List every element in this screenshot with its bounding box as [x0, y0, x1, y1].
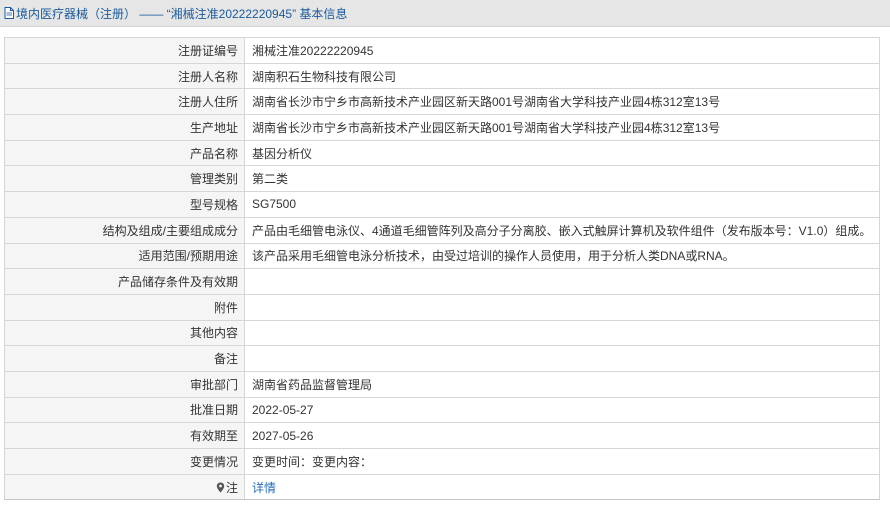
table-row: 适用范围/预期用途 该产品采用毛细管电泳分析技术，由受过培训的操作人员使用，用于分…: [4, 242, 880, 270]
document-icon: [4, 7, 14, 19]
page-title: 境内医疗器械（注册） —— “湘械注准20222220945” 基本信息: [16, 6, 348, 21]
row-value: 产品由毛细管电泳仪、4通道毛细管阵列及高分子分离胶、嵌入式触屏计算机及软件组件（…: [244, 216, 880, 244]
row-label: 批准日期: [4, 396, 245, 424]
row-value: 湖南积石生物科技有限公司: [244, 62, 880, 90]
page-header: 境内医疗器械（注册） —— “湘械注准20222220945” 基本信息: [0, 0, 890, 27]
row-value: 变更时间：变更内容：: [244, 448, 880, 475]
row-label: 生产地址: [4, 114, 245, 141]
row-label: 其他内容: [4, 319, 245, 347]
table-row: 型号规格 SG7500: [4, 191, 880, 218]
table-row: 注册人名称 湖南积石生物科技有限公司: [4, 62, 880, 90]
row-label: 附件: [4, 293, 245, 321]
row-value: 第二类: [244, 165, 880, 193]
table-row: 结构及组成/主要组成成分 产品由毛细管电泳仪、4通道毛细管阵列及高分子分离胶、嵌入…: [4, 216, 880, 244]
row-value: [244, 319, 880, 347]
info-table-body: 注册证编号 湘械注准20222220945 注册人名称 湖南积石生物科技有限公司 注册人…: [4, 37, 880, 501]
row-label: 产品名称: [4, 139, 245, 167]
row-value: [244, 268, 880, 295]
table-row: 附件: [4, 293, 880, 321]
pin-icon: [216, 482, 225, 493]
row-value: 基因分析仪: [244, 139, 880, 167]
table-row: 有效期至 2027-05-26: [4, 422, 880, 449]
table-row: 审批部门 湖南省药品监督管理局: [4, 370, 880, 398]
table-row: 产品储存条件及有效期: [4, 268, 880, 295]
row-label: 注册人住所: [4, 88, 245, 116]
table-row: 管理类别 第二类: [4, 165, 880, 193]
row-value-note: 详情: [244, 473, 880, 501]
table-row: 产品名称 基因分析仪: [4, 139, 880, 167]
row-label: 结构及组成/主要组成成分: [4, 216, 245, 244]
table-row: 其他内容: [4, 319, 880, 347]
table-row: 变更情况 变更时间：变更内容：: [4, 448, 880, 475]
row-label: 产品储存条件及有效期: [4, 268, 245, 295]
row-value: 2027-05-26: [244, 422, 880, 449]
table-row-note: 注 详情: [4, 473, 880, 501]
row-label: 审批部门: [4, 370, 245, 398]
row-value: 该产品采用毛细管电泳分析技术，由受过培训的操作人员使用，用于分析人类DNA或RN…: [244, 242, 880, 270]
table-row: 批准日期 2022-05-27: [4, 396, 880, 424]
row-label: 型号规格: [4, 191, 245, 218]
table-row: 注册人住所 湖南省长沙市宁乡市高新技术产业园区新天路001号湖南省大学科技产业园4…: [4, 88, 880, 116]
basic-info-table: 注册证编号 湘械注准20222220945 注册人名称 湖南积石生物科技有限公司 注册人…: [4, 37, 880, 501]
row-value: 湖南省长沙市宁乡市高新技术产业园区新天路001号湖南省大学科技产业园4栋312室…: [244, 114, 880, 141]
row-value: [244, 293, 880, 321]
note-label: 注: [225, 480, 238, 495]
table-row: 生产地址 湖南省长沙市宁乡市高新技术产业园区新天路001号湖南省大学科技产业园4栋…: [4, 114, 880, 141]
table-row: 备注: [4, 345, 880, 372]
row-label: 管理类别: [4, 165, 245, 193]
row-label: 变更情况: [4, 448, 245, 475]
row-label: 有效期至: [4, 422, 245, 449]
row-label-note: 注: [4, 473, 245, 501]
row-value: [244, 345, 880, 372]
row-label: 注册人名称: [4, 62, 245, 90]
row-value: SG7500: [244, 191, 880, 218]
row-value: 湖南省长沙市宁乡市高新技术产业园区新天路001号湖南省大学科技产业园4栋312室…: [244, 88, 880, 116]
row-label: 备注: [4, 345, 245, 372]
row-value: 湖南省药品监督管理局: [244, 370, 880, 398]
row-value: 湘械注准20222220945: [244, 37, 880, 64]
row-label: 适用范围/预期用途: [4, 242, 245, 270]
row-label: 注册证编号: [4, 37, 245, 64]
detail-link[interactable]: 详情: [252, 481, 276, 495]
row-value: 2022-05-27: [244, 396, 880, 424]
table-row: 注册证编号 湘械注准20222220945: [4, 37, 880, 64]
